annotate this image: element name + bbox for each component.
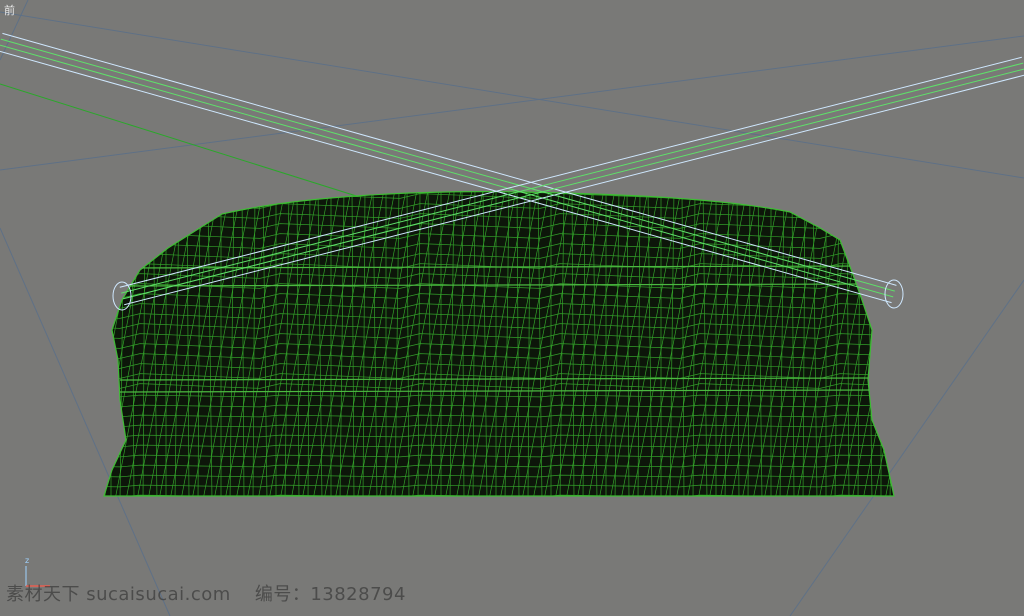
mesh-wire-line [940,190,1000,500]
viewport-front[interactable]: 前 z 素材天下 sucaisucai.com 编号：13828794 [0,0,1024,616]
wireframe-mesh[interactable] [60,190,1000,500]
mesh-wire-line [907,190,967,500]
mesh-wire-line [884,191,894,496]
scene-canvas[interactable] [0,0,1024,616]
watermark-id: 编号：13828794 [254,584,406,605]
mesh-wire-line [896,190,956,500]
mesh-wire-line [873,191,894,496]
grid-line [0,35,1024,171]
mesh-wire-line [889,191,894,496]
mesh-wire-line [862,191,894,496]
watermark-site: 素材天下 sucaisucai.com [6,584,231,605]
mesh-wire-line [929,190,989,500]
mesh-wire-line [104,191,121,496]
mesh-wire-line [918,190,978,500]
viewport-label[interactable]: 前 [4,2,15,18]
watermark: 素材天下 sucaisucai.com 编号：13828794 [6,580,406,606]
